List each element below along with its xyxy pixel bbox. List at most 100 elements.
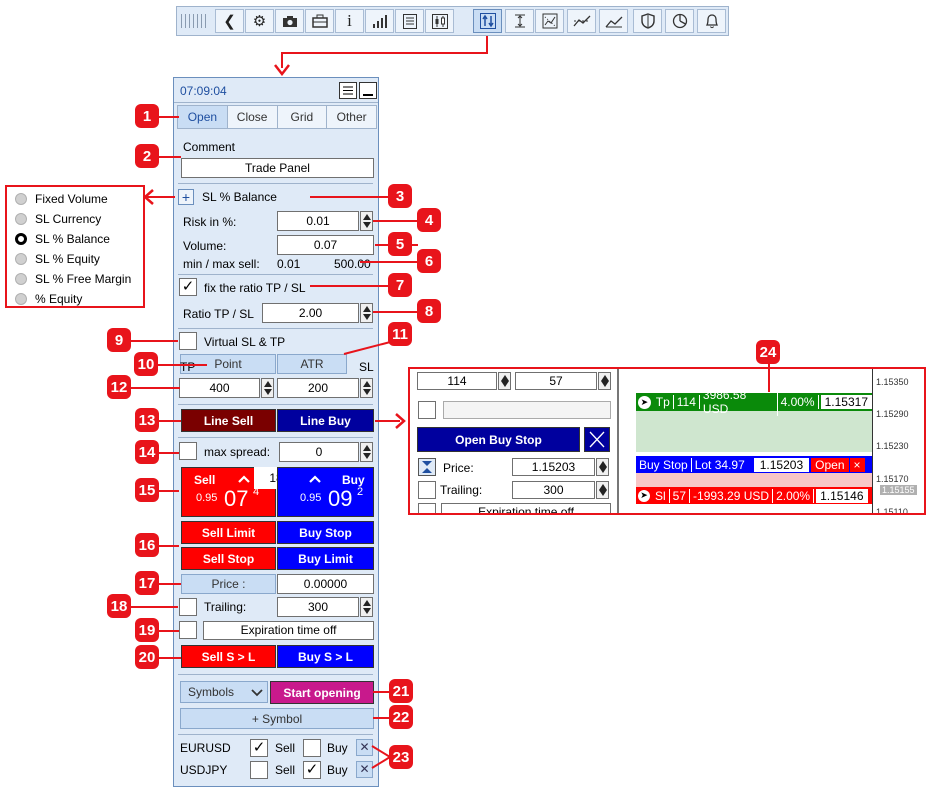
sl-input[interactable]: 200	[277, 378, 359, 398]
risk-option[interactable]: SL Currency	[15, 212, 101, 226]
trailing-input[interactable]: 300	[277, 597, 359, 617]
trend-icon[interactable]	[567, 9, 596, 33]
collapse-icon[interactable]	[418, 458, 436, 476]
trailing-stepper[interactable]	[360, 597, 373, 617]
annotation-badge: 10	[134, 352, 158, 376]
list-icon[interactable]	[395, 9, 424, 33]
risk-input[interactable]: 0.01	[277, 211, 359, 231]
radio-icon	[15, 213, 27, 225]
price-mode-button[interactable]: Price :	[181, 574, 276, 594]
max-spread-checkbox[interactable]	[179, 442, 197, 460]
zoom-trailing-checkbox[interactable]	[418, 481, 436, 499]
zoom-expiration-field[interactable]: Expiration time off	[441, 503, 611, 513]
expiration-field[interactable]: Expiration time off	[203, 621, 374, 640]
signal-bars-icon[interactable]	[365, 9, 394, 33]
zoom-trailing-stepper[interactable]	[596, 481, 609, 499]
ratio-input[interactable]: 2.00	[262, 303, 359, 323]
cancel-icon[interactable]	[584, 427, 610, 452]
risk-option[interactable]: SL % Free Margin	[15, 272, 131, 286]
zoom-price-input[interactable]: 1.15203	[512, 458, 595, 476]
risk-option[interactable]: SL % Equity	[15, 252, 100, 266]
sl-stepper[interactable]	[360, 378, 373, 398]
shield-icon[interactable]	[633, 9, 662, 33]
zoom-tp-input[interactable]: 114	[417, 372, 497, 390]
range-icon[interactable]	[505, 9, 534, 33]
tab-open[interactable]: Open	[177, 105, 228, 129]
buy-button[interactable]: Buy 0.95 09 2	[277, 467, 374, 517]
zoom-sl-stepper[interactable]	[598, 372, 611, 390]
trailing-checkbox[interactable]	[179, 598, 197, 616]
candles-icon[interactable]	[425, 9, 454, 33]
zoom-tp-stepper[interactable]	[498, 372, 511, 390]
axis-tick: 1.15110	[876, 507, 908, 515]
divider	[178, 183, 373, 184]
price-input[interactable]: 0.00000	[277, 574, 374, 594]
sell-stop-button[interactable]: Sell Stop	[181, 547, 276, 570]
gear-icon[interactable]: ⚙	[245, 9, 274, 33]
order-open-button[interactable]: Open	[811, 457, 849, 472]
symbol-sell-checkbox[interactable]: ✓	[250, 739, 268, 757]
symbol-sell-checkbox[interactable]	[250, 761, 268, 779]
zoom-checkbox[interactable]	[418, 401, 436, 419]
bell-icon[interactable]	[697, 9, 726, 33]
tab-grid[interactable]: Grid	[276, 105, 328, 129]
tp-input[interactable]: 400	[179, 378, 260, 398]
add-symbol-button[interactable]: + Symbol	[180, 708, 374, 729]
camera-icon[interactable]	[275, 9, 304, 33]
buy-limit-button[interactable]: Buy Limit	[277, 547, 374, 570]
virtual-checkbox[interactable]	[179, 332, 197, 350]
fix-ratio-checkbox[interactable]: ✓	[179, 278, 197, 296]
tp-stepper[interactable]	[261, 378, 274, 398]
symbol-buy-checkbox[interactable]	[303, 739, 321, 757]
pie-icon[interactable]	[665, 9, 694, 33]
tab-close[interactable]: Close	[226, 105, 278, 129]
buy-stop-limit-button[interactable]: Buy S > L	[277, 645, 374, 668]
pending-order-line[interactable]: Buy Stop Lot 34.97 1.15203 Open ×	[636, 456, 872, 473]
atr-button[interactable]: ATR	[277, 354, 347, 374]
drag-handle-icon[interactable]: ➤	[638, 489, 650, 502]
line-sell-button[interactable]: Line Sell	[181, 409, 276, 432]
info-icon[interactable]: i	[335, 9, 364, 33]
risk-option-selected[interactable]: SL % Balance	[15, 232, 110, 246]
risk-option[interactable]: % Equity	[15, 292, 82, 306]
radio-icon	[15, 293, 27, 305]
max-spread-input[interactable]: 0	[279, 442, 359, 462]
sl-line[interactable]: ➤ Sl 57 -1993.29 USD 2.00% 1.15146	[636, 487, 872, 504]
chart-doc-icon[interactable]	[535, 9, 564, 33]
line-chart-icon[interactable]	[599, 9, 628, 33]
symbol-buy-checkbox[interactable]: ✓	[303, 761, 321, 779]
zoom-trailing-input[interactable]: 300	[512, 481, 595, 499]
drag-handle-icon[interactable]: ➤	[638, 395, 651, 409]
start-opening-button[interactable]: Start opening	[270, 681, 374, 704]
line-buy-button[interactable]: Line Buy	[277, 409, 374, 432]
toolbox-icon[interactable]	[305, 9, 334, 33]
open-buy-stop-button[interactable]: Open Buy Stop	[417, 427, 580, 452]
zoom-price-stepper[interactable]	[596, 458, 609, 476]
zoom-empty-field[interactable]	[443, 401, 611, 419]
back-icon[interactable]: ❮	[215, 9, 244, 33]
divider	[178, 274, 373, 275]
risk-option[interactable]: Fixed Volume	[15, 192, 108, 206]
expand-plus-icon[interactable]: +	[178, 189, 194, 205]
menu-icon[interactable]	[339, 82, 357, 99]
tab-other[interactable]: Other	[326, 105, 377, 129]
comment-input[interactable]: Trade Panel	[181, 158, 374, 178]
toolbar-grip[interactable]	[181, 14, 209, 28]
annotation-badge: 1	[135, 104, 159, 128]
sell-limit-button[interactable]: Sell Limit	[181, 521, 276, 544]
symbols-dropdown[interactable]: Symbols	[180, 681, 268, 703]
max-spread-stepper[interactable]	[360, 442, 373, 462]
risk-stepper[interactable]	[360, 211, 373, 231]
order-close-icon[interactable]: ×	[849, 457, 865, 472]
volume-input[interactable]: 0.07	[277, 235, 374, 255]
trade-panel-icon[interactable]	[473, 9, 502, 33]
tp-line[interactable]: ➤ Tp 114 3986.58 USD 4.00% 1.15317	[636, 388, 872, 416]
zoom-sl-input[interactable]: 57	[515, 372, 597, 390]
minimize-icon[interactable]	[359, 82, 377, 99]
buy-stop-button[interactable]: Buy Stop	[277, 521, 374, 544]
zoom-expiration-checkbox[interactable]	[418, 503, 436, 513]
expiration-checkbox[interactable]	[179, 621, 197, 639]
ratio-stepper[interactable]	[360, 303, 373, 323]
divider	[178, 674, 373, 675]
sell-stop-limit-button[interactable]: Sell S > L	[181, 645, 276, 668]
